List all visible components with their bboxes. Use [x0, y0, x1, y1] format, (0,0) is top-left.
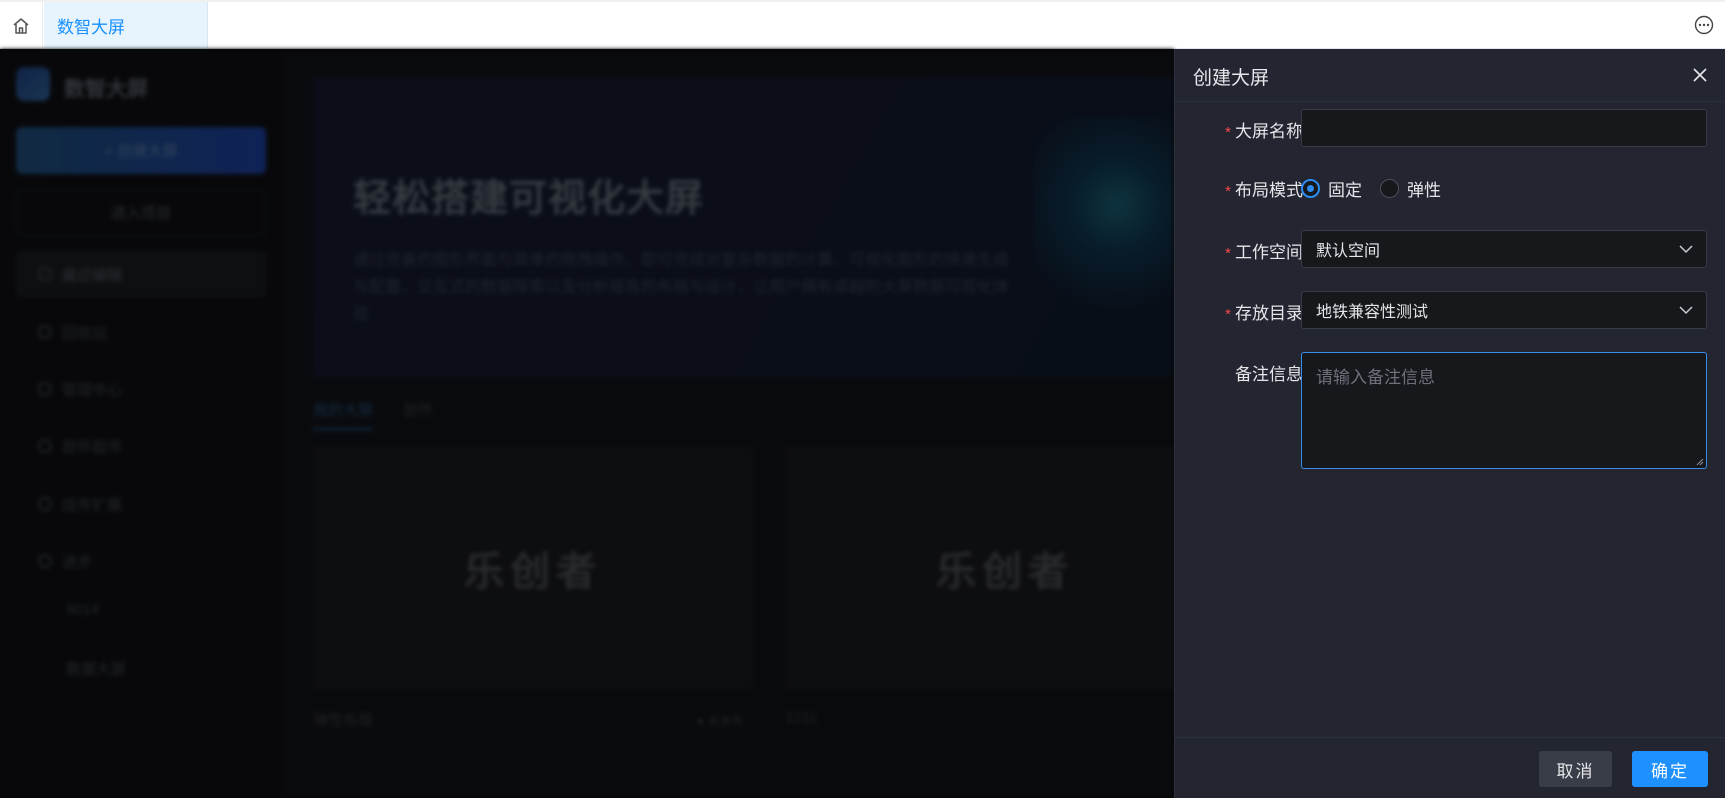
home-icon: [13, 17, 29, 34]
radio-fixed[interactable]: 固定: [1301, 176, 1362, 201]
tab-data-screen[interactable]: 数智大屏: [44, 2, 208, 49]
screen-name-input[interactable]: [1301, 109, 1707, 147]
required-mark: *: [1225, 245, 1231, 262]
form-label: 备注信息: [1235, 365, 1303, 384]
radio-button[interactable]: [1301, 178, 1320, 198]
radio-elastic[interactable]: 弹性: [1380, 176, 1441, 201]
form-label: * 大屏名称: [1225, 117, 1303, 142]
modal-overlay[interactable]: [0, 49, 1174, 798]
top-tab-bar: 数智大屏: [0, 0, 1725, 49]
drawer-header: 创建大屏: [1175, 49, 1725, 101]
more-icon: [1694, 15, 1714, 35]
form-label: * 存放目录: [1225, 299, 1303, 324]
confirm-button[interactable]: 确定: [1632, 751, 1708, 787]
home-button[interactable]: [0, 2, 43, 49]
label-text: 工作空间: [1235, 243, 1303, 262]
workspace-select[interactable]: 默认空间: [1301, 230, 1707, 268]
close-icon: [1693, 68, 1707, 82]
required-mark: *: [1225, 306, 1231, 323]
select-value: 地铁兼容性测试: [1316, 304, 1429, 321]
form-label: * 布局模式: [1225, 176, 1303, 201]
create-screen-drawer: 创建大屏 * 大屏名称 * 布局模式 固定 弹性 * 工作空间 默认空间 * 存放目录 …: [1174, 49, 1725, 798]
label-text: 存放目录: [1235, 304, 1303, 323]
required-mark: *: [1225, 124, 1231, 141]
radio-label: 弹性: [1407, 180, 1441, 200]
radio-button[interactable]: [1380, 178, 1399, 198]
directory-select[interactable]: 地铁兼容性测试: [1301, 291, 1707, 329]
select-value: 默认空间: [1316, 243, 1381, 260]
cancel-button[interactable]: 取消: [1539, 751, 1612, 787]
resize-handle-icon[interactable]: [1694, 456, 1704, 466]
drawer-footer: 取消 确定: [1175, 737, 1725, 798]
divider: [1175, 101, 1725, 102]
chevron-down-icon: [1679, 245, 1693, 254]
textarea-placeholder: 请输入备注信息: [1316, 368, 1435, 387]
radio-label: 固定: [1328, 180, 1362, 200]
label-text: 布局模式: [1235, 181, 1303, 200]
chevron-down-icon: [1679, 306, 1693, 315]
close-button[interactable]: [1688, 63, 1712, 87]
layout-radio-group: 固定 弹性: [1301, 176, 1441, 200]
form-label: * 工作空间: [1225, 238, 1303, 263]
drawer-title: 创建大屏: [1193, 68, 1270, 89]
label-text: 大屏名称: [1235, 122, 1303, 141]
required-mark: *: [1225, 183, 1231, 200]
remark-textarea[interactable]: 请输入备注信息: [1301, 352, 1707, 469]
more-button[interactable]: [1693, 14, 1715, 36]
